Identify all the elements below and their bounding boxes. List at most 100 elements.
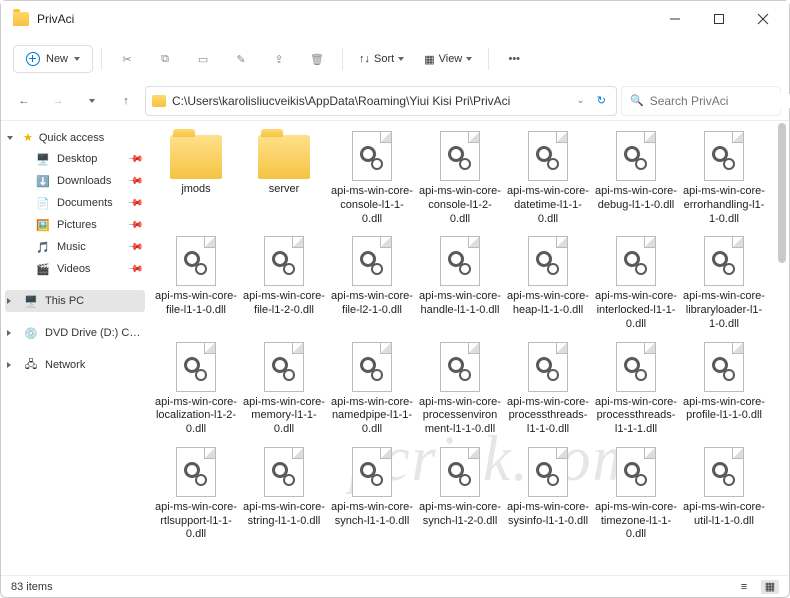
- dll-icon: [264, 447, 304, 497]
- file-label: api-ms-win-core-profile-l1-1-0.dll: [683, 396, 765, 424]
- share-button[interactable]: ⇪: [262, 44, 296, 74]
- file-item[interactable]: api-ms-win-core-timezone-l1-1-0.dll: [593, 443, 679, 546]
- file-item[interactable]: api-ms-win-core-console-l1-1-0.dll: [329, 127, 415, 230]
- minimize-button[interactable]: [653, 3, 697, 35]
- network-icon: 🖧: [23, 358, 39, 372]
- sidebar-item-music[interactable]: 🎵Music📌: [5, 236, 145, 258]
- file-item[interactable]: api-ms-win-core-rtlsupport-l1-1-0.dll: [153, 443, 239, 546]
- sidebar-quick-access[interactable]: ★ Quick access: [5, 127, 145, 148]
- file-item[interactable]: api-ms-win-core-libraryloader-l1-1-0.dll: [681, 232, 767, 335]
- file-pane[interactable]: pcrisk.com jmodsserverapi-ms-win-core-co…: [149, 121, 789, 575]
- file-item[interactable]: api-ms-win-core-file-l1-1-0.dll: [153, 232, 239, 335]
- separator: [488, 48, 489, 70]
- sidebar-dvd[interactable]: 💿 DVD Drive (D:) CCCC: [5, 322, 145, 344]
- file-label: api-ms-win-core-datetime-l1-1-0.dll: [507, 185, 589, 226]
- dll-icon: [440, 236, 480, 286]
- sidebar-item-desktop[interactable]: 🖥️ Desktop 📌: [5, 148, 145, 170]
- file-item[interactable]: api-ms-win-core-processthreads-l1-1-1.dl…: [593, 338, 679, 441]
- file-item[interactable]: api-ms-win-core-string-l1-1-0.dll: [241, 443, 327, 546]
- dll-icon: [264, 236, 304, 286]
- folder-item[interactable]: server: [241, 127, 327, 230]
- file-label: api-ms-win-core-libraryloader-l1-1-0.dll: [683, 290, 765, 331]
- more-button[interactable]: •••: [497, 44, 531, 74]
- cut-button[interactable]: ✂: [110, 44, 144, 74]
- recent-button[interactable]: [77, 86, 107, 116]
- file-item[interactable]: api-ms-win-core-errorhandling-l1-1-0.dll: [681, 127, 767, 230]
- pin-icon: 📌: [126, 195, 143, 212]
- file-item[interactable]: api-ms-win-core-util-l1-1-0.dll: [681, 443, 767, 546]
- new-button[interactable]: New: [13, 45, 93, 73]
- search-input[interactable]: [650, 94, 790, 108]
- file-label: api-ms-win-core-errorhandling-l1-1-0.dll: [683, 185, 765, 226]
- file-item[interactable]: api-ms-win-core-heap-l1-1-0.dll: [505, 232, 591, 335]
- rename-button[interactable]: ✎: [224, 44, 258, 74]
- file-item[interactable]: api-ms-win-core-synch-l1-1-0.dll: [329, 443, 415, 546]
- file-label: api-ms-win-core-console-l1-1-0.dll: [331, 185, 413, 226]
- file-item[interactable]: api-ms-win-core-debug-l1-1-0.dll: [593, 127, 679, 230]
- close-button[interactable]: [741, 3, 785, 35]
- file-grid: jmodsserverapi-ms-win-core-console-l1-1-…: [153, 127, 785, 546]
- file-item[interactable]: api-ms-win-core-namedpipe-l1-1-0.dll: [329, 338, 415, 441]
- file-item[interactable]: api-ms-win-core-file-l2-1-0.dll: [329, 232, 415, 335]
- large-icons-view-button[interactable]: ▦: [761, 580, 779, 594]
- chevron-down-icon: [398, 57, 404, 61]
- sidebar-item-label: Desktop: [57, 153, 97, 165]
- view-button[interactable]: ▦ View: [416, 53, 480, 66]
- file-item[interactable]: api-ms-win-core-processthreads-l1-1-0.dl…: [505, 338, 591, 441]
- maximize-button[interactable]: [697, 3, 741, 35]
- dll-icon: [528, 131, 568, 181]
- file-item[interactable]: api-ms-win-core-file-l1-2-0.dll: [241, 232, 327, 335]
- dll-icon: [264, 342, 304, 392]
- chevron-down-icon[interactable]: ⌄: [576, 95, 586, 106]
- scrollbar[interactable]: [778, 121, 786, 575]
- pin-icon: 📌: [126, 151, 143, 168]
- chevron-right-icon: [7, 330, 11, 336]
- file-item[interactable]: api-ms-win-core-handle-l1-1-0.dll: [417, 232, 503, 335]
- file-item[interactable]: api-ms-win-core-localization-l1-2-0.dll: [153, 338, 239, 441]
- copy-button[interactable]: ⧉: [148, 44, 182, 74]
- dll-icon: [616, 447, 656, 497]
- file-item[interactable]: api-ms-win-core-console-l1-2-0.dll: [417, 127, 503, 230]
- file-item[interactable]: api-ms-win-core-processenvironment-l1-1-…: [417, 338, 503, 441]
- file-item[interactable]: api-ms-win-core-sysinfo-l1-1-0.dll: [505, 443, 591, 546]
- search-box[interactable]: 🔍: [621, 86, 781, 116]
- dll-icon: [704, 447, 744, 497]
- file-item[interactable]: api-ms-win-core-interlocked-l1-1-0.dll: [593, 232, 679, 335]
- dll-icon: [616, 236, 656, 286]
- file-item[interactable]: api-ms-win-core-profile-l1-1-0.dll: [681, 338, 767, 441]
- refresh-button[interactable]: ↻: [593, 94, 610, 107]
- up-button[interactable]: ↑: [111, 86, 141, 116]
- forward-button[interactable]: →: [43, 86, 73, 116]
- back-button[interactable]: ←: [9, 86, 39, 116]
- dll-icon: [176, 447, 216, 497]
- file-item[interactable]: api-ms-win-core-synch-l1-2-0.dll: [417, 443, 503, 546]
- address-bar[interactable]: ⌄ ↻: [145, 86, 617, 116]
- file-item[interactable]: api-ms-win-core-datetime-l1-1-0.dll: [505, 127, 591, 230]
- sidebar-item-downloads[interactable]: ⬇️Downloads📌: [5, 170, 145, 192]
- folder-item[interactable]: jmods: [153, 127, 239, 230]
- file-label: api-ms-win-core-file-l2-1-0.dll: [331, 290, 413, 318]
- disc-icon: 💿: [23, 326, 39, 340]
- sidebar-this-pc[interactable]: 🖥️ This PC: [5, 290, 145, 312]
- sidebar-item-pictures[interactable]: 🖼️Pictures📌: [5, 214, 145, 236]
- file-label: api-ms-win-core-processenvironment-l1-1-…: [419, 396, 501, 437]
- view-label: View: [439, 53, 463, 65]
- sort-button[interactable]: ↑↓ Sort: [351, 53, 412, 65]
- scrollbar-thumb[interactable]: [778, 123, 786, 263]
- file-label: api-ms-win-core-timezone-l1-1-0.dll: [595, 501, 677, 542]
- desktop-icon: 🖥️: [35, 152, 51, 166]
- dll-icon: [704, 236, 744, 286]
- dll-icon: [616, 342, 656, 392]
- details-view-button[interactable]: ≡: [735, 580, 753, 594]
- nav-row: ← → ↑ ⌄ ↻ 🔍: [1, 81, 789, 121]
- dll-icon: [440, 447, 480, 497]
- downloads-icon: ⬇️: [35, 174, 51, 188]
- file-item[interactable]: api-ms-win-core-memory-l1-1-0.dll: [241, 338, 327, 441]
- sidebar-network[interactable]: 🖧 Network: [5, 354, 145, 376]
- sidebar-item-videos[interactable]: 🎬Videos📌: [5, 258, 145, 280]
- chevron-down-icon: [466, 57, 472, 61]
- address-input[interactable]: [172, 94, 570, 108]
- delete-button[interactable]: 🗑: [300, 44, 334, 74]
- paste-button[interactable]: ▭: [186, 44, 220, 74]
- sidebar-item-documents[interactable]: 📄Documents📌: [5, 192, 145, 214]
